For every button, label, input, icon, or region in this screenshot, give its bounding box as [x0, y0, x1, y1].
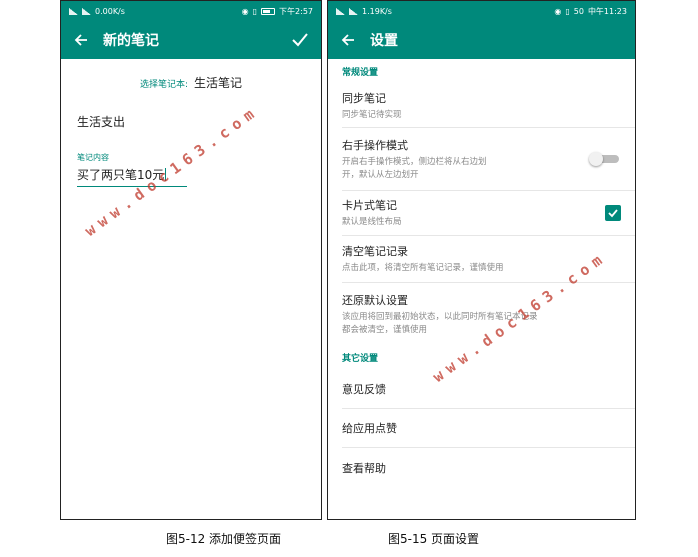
setting-title: 清空笔记记录: [342, 245, 408, 258]
subtitle-line: 都会被清空，谨慎使用: [342, 324, 428, 335]
setting-title: 查看帮助: [342, 461, 386, 475]
app-bar: 设置: [328, 21, 635, 59]
network-speed: 1.19K/s: [362, 6, 392, 16]
page-title: 设置: [370, 33, 398, 49]
setting-card-notes[interactable]: 卡片式笔记 默认是线性布局: [342, 191, 635, 236]
app-bar: 新的笔记: [61, 21, 321, 59]
status-bar: 0.00K/s ◉ ▯ 下午2:57: [61, 1, 321, 21]
setting-rate-app[interactable]: 给应用点赞: [342, 409, 635, 448]
arrow-left-icon[interactable]: [73, 32, 89, 48]
setting-subtitle: 默认是线性布局: [342, 217, 402, 227]
signal-icon: [336, 7, 345, 15]
notebook-label: 选择笔记本:: [139, 80, 189, 90]
vibrate-icon: ▯: [565, 6, 570, 16]
right-hand-mode-toggle[interactable]: [589, 152, 621, 166]
figure-caption: 图5-12 添加便签页面: [166, 532, 282, 546]
battery-icon: [261, 7, 276, 15]
figure-caption: 图5-15 页面设置: [388, 532, 480, 546]
signal-icon: [82, 7, 91, 15]
eye-icon: ◉: [241, 6, 249, 16]
setting-sync-notes[interactable]: 同步笔记 同步笔记待实现: [342, 84, 635, 128]
notebook-value[interactable]: 生活笔记: [194, 74, 242, 91]
add-note-screen: 0.00K/s ◉ ▯ 下午2:57 新的笔记 选择笔记本: 生活笔记 生活支出…: [60, 0, 322, 520]
arrow-left-icon[interactable]: [340, 32, 356, 48]
toggle-knob: [589, 152, 603, 166]
subtitle-line: 开，默认从左边划开: [342, 169, 419, 180]
section-header-other: 其它设置: [342, 354, 379, 364]
check-icon: [608, 209, 618, 218]
setting-title: 卡片式笔记: [342, 199, 397, 212]
clock: 下午2:57: [279, 6, 313, 16]
check-icon[interactable]: [291, 31, 309, 49]
signal-icon: [349, 7, 358, 15]
signal-icon: [69, 7, 78, 15]
subtitle-line: 开启右手操作模式，侧边栏将从右边划: [342, 156, 487, 167]
setting-right-hand-mode[interactable]: 右手操作模式 开启右手操作模式，侧边栏将从右边划 开，默认从左边划开: [342, 128, 635, 191]
note-title-input[interactable]: 生活支出: [77, 113, 305, 136]
setting-title: 还原默认设置: [342, 293, 408, 307]
notebook-selector[interactable]: 选择笔记本: 生活笔记: [77, 74, 305, 91]
clock: 中午11:23: [587, 6, 627, 16]
note-form: 选择笔记本: 生活笔记 生活支出 笔记内容 买了两只笔10元: [61, 74, 321, 187]
setting-help[interactable]: 查看帮助: [342, 448, 635, 487]
setting-title: 给应用点赞: [342, 422, 397, 435]
eye-icon: ◉: [554, 6, 562, 16]
setting-title: 同步笔记: [342, 91, 386, 105]
battery-level: 50: [573, 6, 584, 16]
section-header-general: 常规设置: [342, 68, 379, 78]
vibrate-icon: ▯: [252, 6, 258, 16]
setting-title: 右手操作模式: [342, 138, 408, 152]
setting-title: 意见反馈: [342, 383, 386, 396]
status-bar: 1.19K/s ◉ ▯ 50 中午11:23: [328, 1, 635, 21]
network-speed: 0.00K/s: [95, 6, 125, 16]
setting-subtitle: 开启右手操作模式，侧边栏将从右边划 开，默认从左边划开: [342, 156, 579, 182]
page-title: 新的笔记: [103, 33, 159, 49]
card-notes-checkbox[interactable]: [605, 205, 621, 221]
setting-subtitle: 同步笔记待实现: [342, 109, 402, 120]
setting-feedback[interactable]: 意见反馈: [342, 370, 635, 409]
